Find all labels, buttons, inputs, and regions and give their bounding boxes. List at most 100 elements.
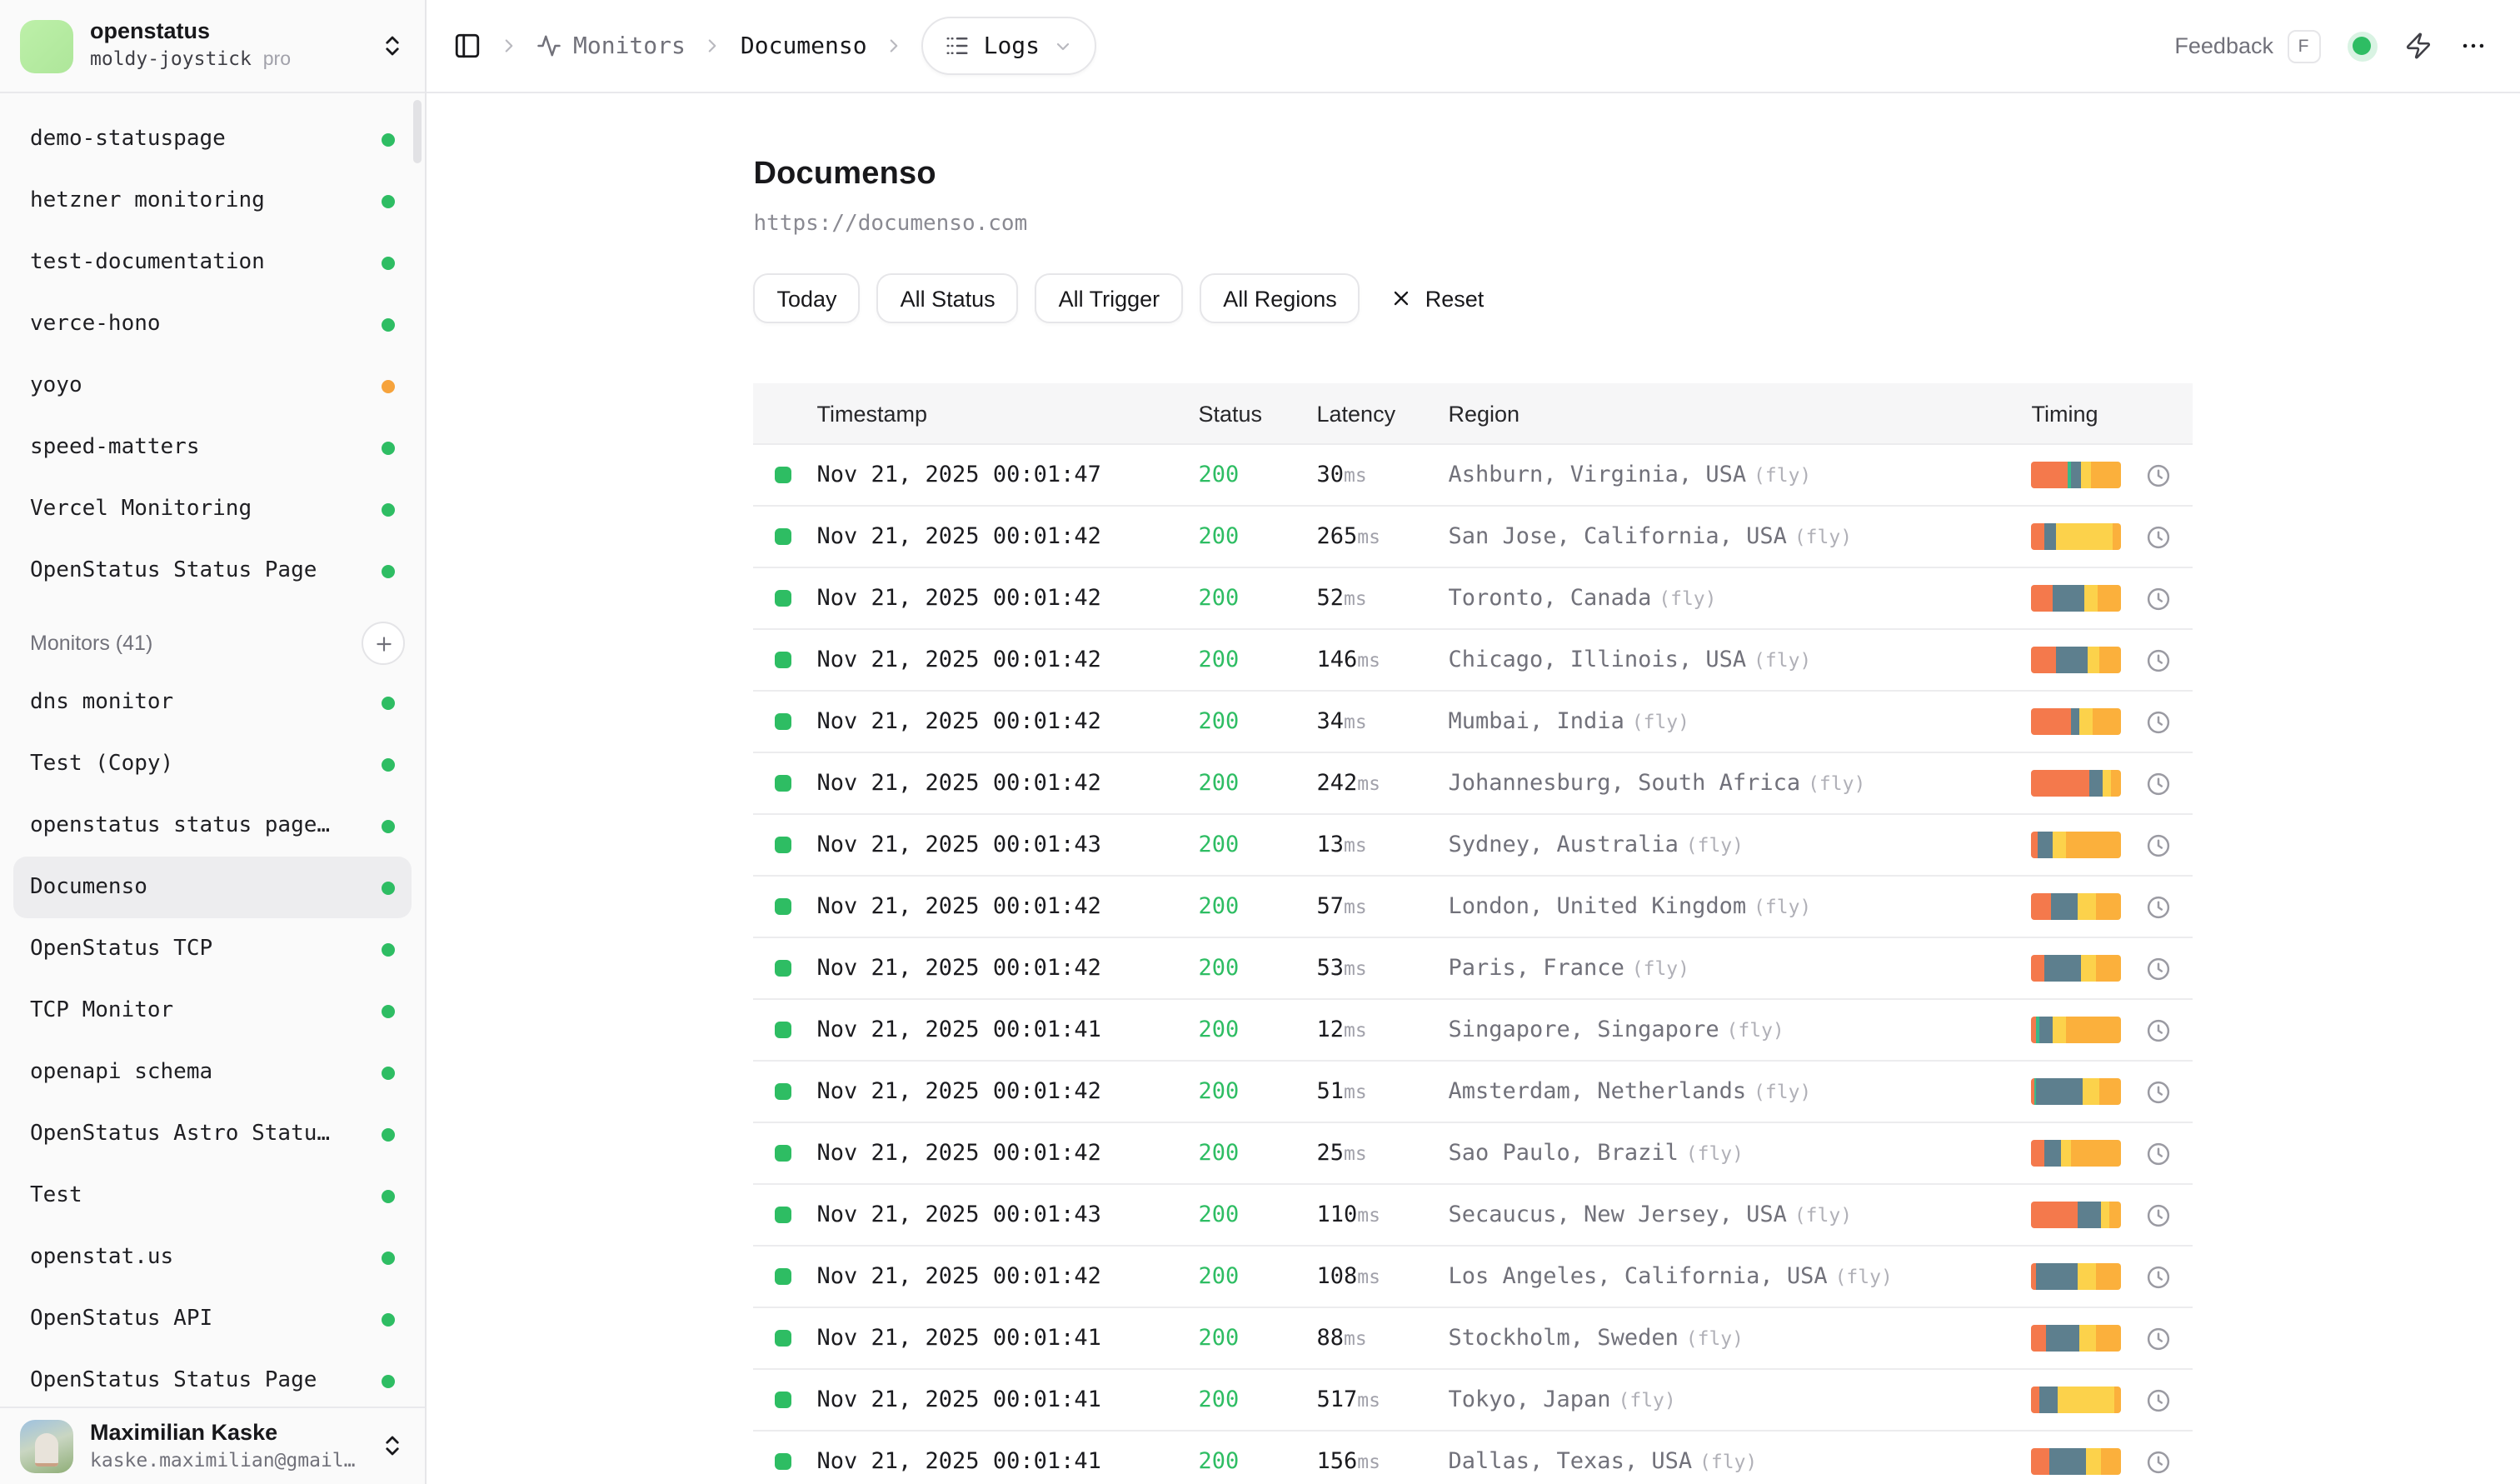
clock-icon[interactable] <box>2147 1449 2193 1474</box>
timing-bar <box>2032 1017 2122 1043</box>
feedback-button[interactable]: Feedback F <box>2174 29 2320 62</box>
status-dot <box>382 881 395 894</box>
breadcrumb-monitor-name[interactable]: Documenso <box>741 32 867 59</box>
table-row[interactable]: Nov 21, 2025 00:01:42 200 51ms Amsterdam… <box>754 1062 2193 1123</box>
timing-bar <box>2032 462 2122 488</box>
clock-icon[interactable] <box>2147 647 2193 672</box>
clock-icon[interactable] <box>2147 1141 2193 1166</box>
sidebar-item-label: OpenStatus TCP <box>30 937 368 962</box>
clock-icon[interactable] <box>2147 586 2193 611</box>
sidebar-item[interactable]: TCP Monitor <box>13 980 412 1042</box>
sidebar-item[interactable]: Test (Copy) <box>13 733 412 795</box>
table-row[interactable]: Nov 21, 2025 00:01:42 200 25ms Sao Paulo… <box>754 1123 2193 1185</box>
add-monitor-button[interactable] <box>362 622 405 665</box>
sidebar-item[interactable]: OpenStatus Status Page <box>13 540 412 602</box>
reset-filters-button[interactable]: Reset <box>1377 273 1498 323</box>
table-row[interactable]: Nov 21, 2025 00:01:43 200 110ms Secaucus… <box>754 1185 2193 1247</box>
view-selector-logs[interactable]: Logs <box>922 17 1096 75</box>
clock-icon[interactable] <box>2147 1326 2193 1351</box>
sidebar-item[interactable]: dns monitor <box>13 672 412 733</box>
sidebar-item[interactable]: OpenStatus API <box>13 1288 412 1350</box>
sidebar-item[interactable]: OpenStatus TCP <box>13 918 412 980</box>
table-row[interactable]: Nov 21, 2025 00:01:43 200 13ms Sydney, A… <box>754 815 2193 877</box>
row-status-code: 200 <box>1199 708 1317 735</box>
chevrons-up-down-icon <box>380 1433 405 1458</box>
clock-icon[interactable] <box>2147 1017 2193 1042</box>
row-latency: 517ms <box>1317 1385 1449 1415</box>
table-row[interactable]: Nov 21, 2025 00:01:42 200 53ms Paris, Fr… <box>754 938 2193 1000</box>
filter-button[interactable]: Today <box>754 273 861 323</box>
clock-icon[interactable] <box>2147 709 2193 734</box>
breadcrumb-monitors[interactable]: Monitors <box>536 32 686 59</box>
sidebar-item[interactable]: Documenso <box>13 857 412 918</box>
filter-button[interactable]: All Trigger <box>1035 273 1184 323</box>
sidebar-item[interactable]: test-documentation <box>13 232 412 293</box>
filter-button[interactable]: All Status <box>877 273 1019 323</box>
sidebar-item[interactable]: openstatus status page… <box>13 795 412 857</box>
table-row[interactable]: Nov 21, 2025 00:01:41 200 517ms Tokyo, J… <box>754 1370 2193 1432</box>
sidebar-item[interactable]: OpenStatus Astro Statu… <box>13 1103 412 1165</box>
status-dot <box>382 1189 395 1202</box>
row-status-code: 200 <box>1199 585 1317 612</box>
status-dot <box>382 256 395 269</box>
sidebar-item[interactable]: OpenStatus Status Page <box>13 1350 412 1406</box>
workspace-switcher[interactable]: openstatus moldy-joystick pro <box>0 0 425 93</box>
row-timestamp: Nov 21, 2025 00:01:42 <box>817 955 1199 982</box>
row-region: Stockholm, Sweden (fly) <box>1449 1323 2032 1353</box>
table-row[interactable]: Nov 21, 2025 00:01:42 200 146ms Chicago,… <box>754 630 2193 692</box>
sidebar-item[interactable]: openstat.us <box>13 1227 412 1288</box>
clock-icon[interactable] <box>2147 956 2193 981</box>
table-row[interactable]: Nov 21, 2025 00:01:41 200 12ms Singapore… <box>754 1000 2193 1062</box>
table-row[interactable]: Nov 21, 2025 00:01:42 200 52ms Toronto, … <box>754 568 2193 630</box>
table-row[interactable]: Nov 21, 2025 00:01:47 200 30ms Ashburn, … <box>754 445 2193 507</box>
row-status-code: 200 <box>1199 1202 1317 1228</box>
sidebar-scrollbar[interactable] <box>413 100 422 163</box>
col-latency: Latency <box>1317 401 1449 426</box>
table-row[interactable]: Nov 21, 2025 00:01:41 200 156ms Dallas, … <box>754 1432 2193 1484</box>
clock-icon[interactable] <box>2147 1264 2193 1289</box>
sidebar-item[interactable]: Test <box>13 1165 412 1227</box>
sidebar-item[interactable]: verce-hono <box>13 293 412 355</box>
status-dot <box>382 1066 395 1079</box>
row-status-code: 200 <box>1199 523 1317 550</box>
row-latency: 34ms <box>1317 707 1449 737</box>
sidebar-item[interactable]: Vercel Monitoring <box>13 478 412 540</box>
table-row[interactable]: Nov 21, 2025 00:01:42 200 265ms San Jose… <box>754 507 2193 568</box>
clock-icon[interactable] <box>2147 771 2193 796</box>
row-timestamp: Nov 21, 2025 00:01:43 <box>817 1202 1199 1228</box>
zap-icon[interactable] <box>2403 32 2432 60</box>
chevrons-up-down-icon[interactable] <box>380 33 405 58</box>
row-timestamp: Nov 21, 2025 00:01:42 <box>817 770 1199 797</box>
sidebar-item[interactable]: demo-statuspage <box>13 108 412 170</box>
sidebar-item[interactable]: openapi schema <box>13 1042 412 1103</box>
row-status-square <box>776 1207 792 1223</box>
row-region: Singapore, Singapore (fly) <box>1449 1015 2032 1045</box>
table-row[interactable]: Nov 21, 2025 00:01:42 200 34ms Mumbai, I… <box>754 692 2193 753</box>
filter-button[interactable]: All Regions <box>1200 273 1360 323</box>
user-menu[interactable]: Maximilian Kaske kaske.maximilian@gmail… <box>0 1406 425 1484</box>
row-status-square <box>776 1268 792 1285</box>
row-latency: 146ms <box>1317 645 1449 675</box>
row-region: Ashburn, Virginia, USA (fly) <box>1449 460 2032 490</box>
clock-icon[interactable] <box>2147 524 2193 549</box>
clock-icon[interactable] <box>2147 1079 2193 1104</box>
monitors-section-label: Monitors (41) <box>30 632 362 655</box>
clock-icon[interactable] <box>2147 894 2193 919</box>
status-pages-list: demo-statuspage hetzner monitoring test-… <box>0 108 425 602</box>
sidebar-toggle-button[interactable] <box>453 32 482 60</box>
clock-icon[interactable] <box>2147 832 2193 857</box>
user-avatar <box>20 1419 73 1472</box>
sidebar-item[interactable]: hetzner monitoring <box>13 170 412 232</box>
table-row[interactable]: Nov 21, 2025 00:01:42 200 108ms Los Ange… <box>754 1247 2193 1308</box>
status-indicator-dot[interactable] <box>2347 31 2377 61</box>
table-row[interactable]: Nov 21, 2025 00:01:41 200 88ms Stockholm… <box>754 1308 2193 1370</box>
table-row[interactable]: Nov 21, 2025 00:01:42 200 242ms Johannes… <box>754 753 2193 815</box>
clock-icon[interactable] <box>2147 1387 2193 1412</box>
more-menu-icon[interactable] <box>2458 32 2487 60</box>
table-row[interactable]: Nov 21, 2025 00:01:42 200 57ms London, U… <box>754 877 2193 938</box>
sidebar-item[interactable]: speed-matters <box>13 417 412 478</box>
row-status-square <box>776 837 792 853</box>
clock-icon[interactable] <box>2147 462 2193 487</box>
sidebar-item[interactable]: yoyo <box>13 355 412 417</box>
clock-icon[interactable] <box>2147 1202 2193 1227</box>
